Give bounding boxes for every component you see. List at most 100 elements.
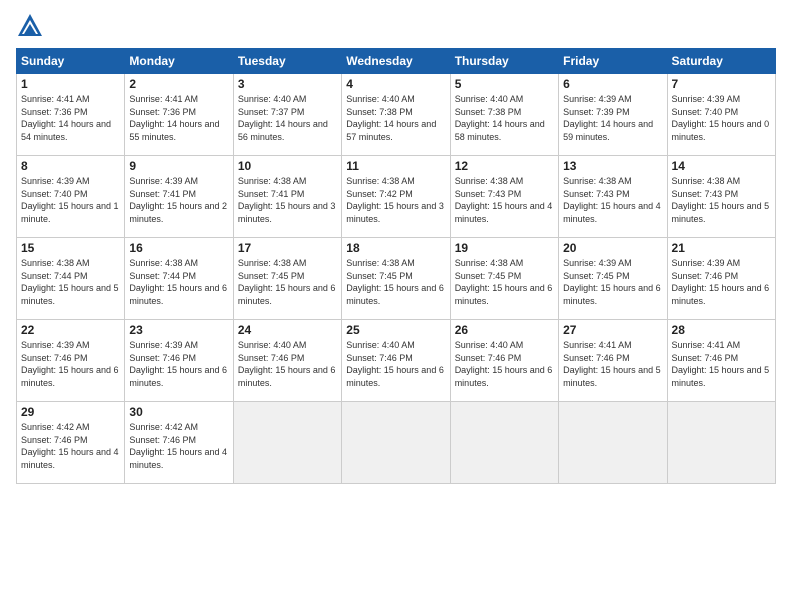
- day-number: 30: [129, 405, 228, 419]
- day-number: 9: [129, 159, 228, 173]
- day-detail: Sunrise: 4:41 AMSunset: 7:36 PMDaylight:…: [129, 93, 228, 143]
- day-detail: Sunrise: 4:38 AMSunset: 7:44 PMDaylight:…: [21, 257, 120, 307]
- header-thursday: Thursday: [450, 49, 558, 74]
- day-number: 13: [563, 159, 662, 173]
- day-number: 6: [563, 77, 662, 91]
- day-detail: Sunrise: 4:38 AMSunset: 7:45 PMDaylight:…: [455, 257, 554, 307]
- header-friday: Friday: [559, 49, 667, 74]
- calendar-cell: 3 Sunrise: 4:40 AMSunset: 7:37 PMDayligh…: [233, 74, 341, 156]
- calendar-cell: 19 Sunrise: 4:38 AMSunset: 7:45 PMDaylig…: [450, 238, 558, 320]
- calendar-cell: 28 Sunrise: 4:41 AMSunset: 7:46 PMDaylig…: [667, 320, 775, 402]
- day-detail: Sunrise: 4:39 AMSunset: 7:40 PMDaylight:…: [21, 175, 120, 225]
- day-detail: Sunrise: 4:39 AMSunset: 7:41 PMDaylight:…: [129, 175, 228, 225]
- day-number: 21: [672, 241, 771, 255]
- calendar-week-5: 29 Sunrise: 4:42 AMSunset: 7:46 PMDaylig…: [17, 402, 776, 484]
- day-detail: Sunrise: 4:38 AMSunset: 7:45 PMDaylight:…: [238, 257, 337, 307]
- calendar-cell: [559, 402, 667, 484]
- day-detail: Sunrise: 4:40 AMSunset: 7:37 PMDaylight:…: [238, 93, 337, 143]
- day-detail: Sunrise: 4:42 AMSunset: 7:46 PMDaylight:…: [129, 421, 228, 471]
- day-detail: Sunrise: 4:39 AMSunset: 7:40 PMDaylight:…: [672, 93, 771, 143]
- day-detail: Sunrise: 4:38 AMSunset: 7:43 PMDaylight:…: [563, 175, 662, 225]
- calendar-cell: [667, 402, 775, 484]
- day-number: 1: [21, 77, 120, 91]
- day-number: 3: [238, 77, 337, 91]
- logo: [16, 12, 48, 40]
- day-number: 29: [21, 405, 120, 419]
- day-detail: Sunrise: 4:38 AMSunset: 7:45 PMDaylight:…: [346, 257, 445, 307]
- day-detail: Sunrise: 4:40 AMSunset: 7:46 PMDaylight:…: [346, 339, 445, 389]
- calendar-cell: 7 Sunrise: 4:39 AMSunset: 7:40 PMDayligh…: [667, 74, 775, 156]
- calendar-cell: 20 Sunrise: 4:39 AMSunset: 7:45 PMDaylig…: [559, 238, 667, 320]
- day-number: 26: [455, 323, 554, 337]
- calendar-week-2: 8 Sunrise: 4:39 AMSunset: 7:40 PMDayligh…: [17, 156, 776, 238]
- day-detail: Sunrise: 4:38 AMSunset: 7:41 PMDaylight:…: [238, 175, 337, 225]
- day-number: 14: [672, 159, 771, 173]
- calendar-cell: 6 Sunrise: 4:39 AMSunset: 7:39 PMDayligh…: [559, 74, 667, 156]
- day-number: 28: [672, 323, 771, 337]
- day-detail: Sunrise: 4:39 AMSunset: 7:39 PMDaylight:…: [563, 93, 662, 143]
- day-number: 7: [672, 77, 771, 91]
- calendar-cell: 2 Sunrise: 4:41 AMSunset: 7:36 PMDayligh…: [125, 74, 233, 156]
- day-number: 5: [455, 77, 554, 91]
- calendar-cell: 16 Sunrise: 4:38 AMSunset: 7:44 PMDaylig…: [125, 238, 233, 320]
- day-number: 23: [129, 323, 228, 337]
- calendar-cell: 25 Sunrise: 4:40 AMSunset: 7:46 PMDaylig…: [342, 320, 450, 402]
- calendar-cell: 29 Sunrise: 4:42 AMSunset: 7:46 PMDaylig…: [17, 402, 125, 484]
- day-number: 8: [21, 159, 120, 173]
- day-number: 18: [346, 241, 445, 255]
- header: [16, 12, 776, 40]
- day-detail: Sunrise: 4:41 AMSunset: 7:36 PMDaylight:…: [21, 93, 120, 143]
- day-number: 2: [129, 77, 228, 91]
- calendar-cell: [233, 402, 341, 484]
- day-detail: Sunrise: 4:39 AMSunset: 7:46 PMDaylight:…: [129, 339, 228, 389]
- header-tuesday: Tuesday: [233, 49, 341, 74]
- header-saturday: Saturday: [667, 49, 775, 74]
- calendar-week-1: 1 Sunrise: 4:41 AMSunset: 7:36 PMDayligh…: [17, 74, 776, 156]
- day-number: 24: [238, 323, 337, 337]
- day-detail: Sunrise: 4:38 AMSunset: 7:42 PMDaylight:…: [346, 175, 445, 225]
- day-detail: Sunrise: 4:40 AMSunset: 7:46 PMDaylight:…: [455, 339, 554, 389]
- calendar-week-3: 15 Sunrise: 4:38 AMSunset: 7:44 PMDaylig…: [17, 238, 776, 320]
- logo-icon: [16, 12, 44, 40]
- day-detail: Sunrise: 4:38 AMSunset: 7:44 PMDaylight:…: [129, 257, 228, 307]
- calendar-cell: 9 Sunrise: 4:39 AMSunset: 7:41 PMDayligh…: [125, 156, 233, 238]
- day-detail: Sunrise: 4:38 AMSunset: 7:43 PMDaylight:…: [672, 175, 771, 225]
- calendar-cell: 27 Sunrise: 4:41 AMSunset: 7:46 PMDaylig…: [559, 320, 667, 402]
- day-number: 4: [346, 77, 445, 91]
- day-detail: Sunrise: 4:38 AMSunset: 7:43 PMDaylight:…: [455, 175, 554, 225]
- day-detail: Sunrise: 4:39 AMSunset: 7:45 PMDaylight:…: [563, 257, 662, 307]
- calendar-cell: 1 Sunrise: 4:41 AMSunset: 7:36 PMDayligh…: [17, 74, 125, 156]
- calendar-cell: 8 Sunrise: 4:39 AMSunset: 7:40 PMDayligh…: [17, 156, 125, 238]
- day-number: 20: [563, 241, 662, 255]
- day-detail: Sunrise: 4:40 AMSunset: 7:38 PMDaylight:…: [455, 93, 554, 143]
- header-wednesday: Wednesday: [342, 49, 450, 74]
- calendar-cell: [342, 402, 450, 484]
- header-monday: Monday: [125, 49, 233, 74]
- calendar-cell: 11 Sunrise: 4:38 AMSunset: 7:42 PMDaylig…: [342, 156, 450, 238]
- day-number: 10: [238, 159, 337, 173]
- calendar-cell: 21 Sunrise: 4:39 AMSunset: 7:46 PMDaylig…: [667, 238, 775, 320]
- day-number: 17: [238, 241, 337, 255]
- calendar-week-4: 22 Sunrise: 4:39 AMSunset: 7:46 PMDaylig…: [17, 320, 776, 402]
- calendar-cell: 15 Sunrise: 4:38 AMSunset: 7:44 PMDaylig…: [17, 238, 125, 320]
- calendar-cell: 5 Sunrise: 4:40 AMSunset: 7:38 PMDayligh…: [450, 74, 558, 156]
- calendar-header-row: SundayMondayTuesdayWednesdayThursdayFrid…: [17, 49, 776, 74]
- page: SundayMondayTuesdayWednesdayThursdayFrid…: [0, 0, 792, 612]
- calendar-cell: 4 Sunrise: 4:40 AMSunset: 7:38 PMDayligh…: [342, 74, 450, 156]
- calendar-cell: 23 Sunrise: 4:39 AMSunset: 7:46 PMDaylig…: [125, 320, 233, 402]
- calendar-table: SundayMondayTuesdayWednesdayThursdayFrid…: [16, 48, 776, 484]
- calendar-cell: 12 Sunrise: 4:38 AMSunset: 7:43 PMDaylig…: [450, 156, 558, 238]
- calendar-cell: 14 Sunrise: 4:38 AMSunset: 7:43 PMDaylig…: [667, 156, 775, 238]
- calendar-cell: 18 Sunrise: 4:38 AMSunset: 7:45 PMDaylig…: [342, 238, 450, 320]
- day-detail: Sunrise: 4:39 AMSunset: 7:46 PMDaylight:…: [672, 257, 771, 307]
- calendar-cell: 10 Sunrise: 4:38 AMSunset: 7:41 PMDaylig…: [233, 156, 341, 238]
- day-number: 15: [21, 241, 120, 255]
- day-detail: Sunrise: 4:40 AMSunset: 7:38 PMDaylight:…: [346, 93, 445, 143]
- day-number: 11: [346, 159, 445, 173]
- day-number: 12: [455, 159, 554, 173]
- calendar-cell: 22 Sunrise: 4:39 AMSunset: 7:46 PMDaylig…: [17, 320, 125, 402]
- day-detail: Sunrise: 4:41 AMSunset: 7:46 PMDaylight:…: [672, 339, 771, 389]
- day-number: 16: [129, 241, 228, 255]
- day-number: 25: [346, 323, 445, 337]
- calendar-cell: 17 Sunrise: 4:38 AMSunset: 7:45 PMDaylig…: [233, 238, 341, 320]
